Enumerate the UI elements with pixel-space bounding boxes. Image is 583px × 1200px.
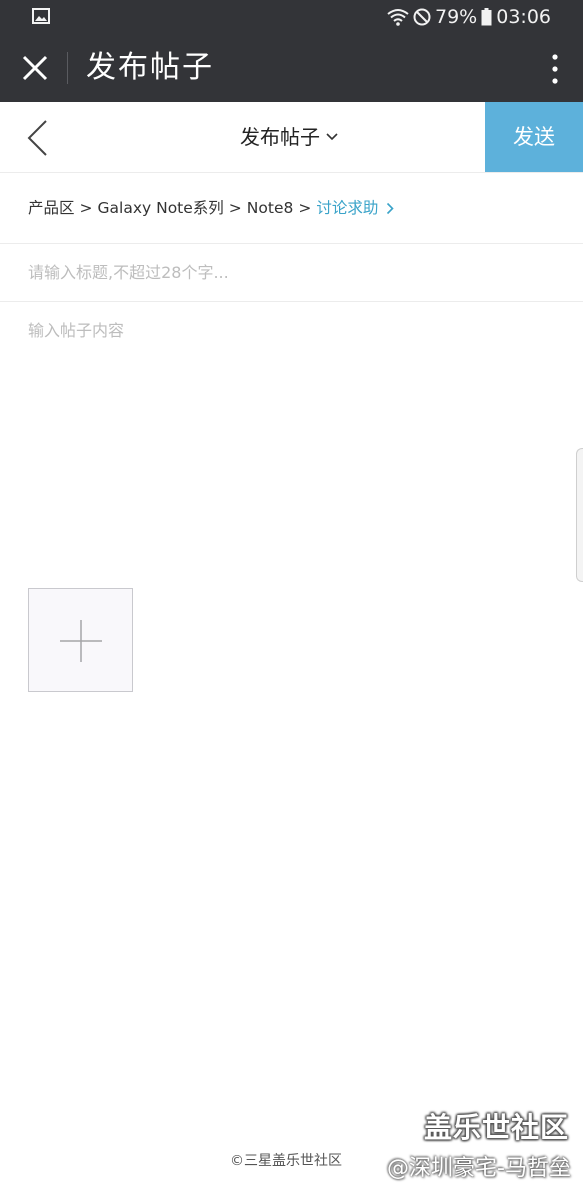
post-type-selector[interactable]: 发布帖子	[240, 122, 338, 152]
battery-icon	[481, 8, 492, 26]
chevron-right-icon	[387, 202, 395, 214]
add-image-button[interactable]	[28, 588, 133, 692]
app-bar-divider	[67, 52, 68, 84]
edge-panel-handle[interactable]	[576, 448, 583, 582]
app-bar-title: 发布帖子	[86, 50, 214, 85]
status-bar: 79% 03:06	[0, 0, 583, 34]
do-not-disturb-icon	[413, 8, 431, 26]
watermark-author: @深圳豪宅-马哲垒	[387, 1156, 571, 1181]
breadcrumb-separator: >	[79, 199, 93, 217]
battery-percent: 79%	[435, 6, 478, 28]
more-vertical-icon[interactable]	[549, 52, 561, 86]
watermark-brand: 盖乐世社区	[423, 1111, 569, 1144]
plus-icon	[60, 620, 102, 662]
post-header: 发布帖子 发送	[0, 102, 583, 173]
breadcrumb-item: 产品区	[28, 199, 75, 217]
breadcrumb-current: 讨论求助	[316, 199, 379, 217]
nav-title-label: 发布帖子	[240, 125, 320, 149]
wifi-icon	[387, 9, 409, 26]
send-button[interactable]: 发送	[485, 102, 583, 172]
gallery-icon	[32, 8, 50, 24]
title-input[interactable]	[0, 244, 583, 302]
watermark-copyright: ©三星盖乐世社区	[230, 1153, 342, 1169]
breadcrumb[interactable]: 产品区 > Galaxy Note系列 > Note8 > 讨论求助	[0, 173, 583, 244]
chevron-down-icon	[326, 133, 338, 141]
close-icon[interactable]	[18, 51, 52, 85]
content-input[interactable]	[0, 303, 583, 563]
back-chevron-icon[interactable]	[24, 118, 54, 158]
status-time: 03:06	[496, 6, 551, 28]
breadcrumb-separator: >	[298, 199, 312, 217]
app-bar: 发布帖子	[0, 34, 583, 102]
breadcrumb-separator: >	[228, 199, 242, 217]
breadcrumb-item: Galaxy Note系列	[97, 199, 224, 217]
breadcrumb-item: Note8	[246, 199, 294, 217]
